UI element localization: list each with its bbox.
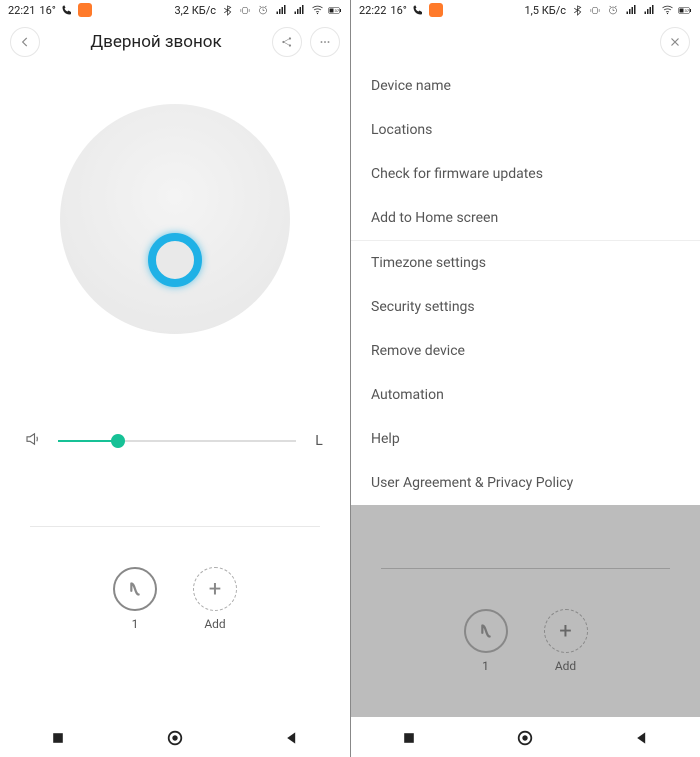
- speaker-icon: [24, 430, 42, 452]
- status-time: 22:21: [8, 4, 35, 17]
- add-preset: + Add: [544, 609, 588, 673]
- status-temp: 16°: [390, 4, 406, 17]
- vibrate-icon: [238, 3, 252, 17]
- preset-actions-underlay: 1 + Add: [351, 609, 700, 673]
- volume-thumb[interactable]: [111, 434, 125, 448]
- bluetooth-icon: [220, 3, 234, 17]
- status-bar: 22:21 16° 3,2 КБ/с 37: [0, 0, 350, 20]
- nav-back[interactable]: [282, 728, 302, 748]
- volume-slider-row: L: [0, 374, 350, 452]
- close-icon: [668, 35, 682, 49]
- menu-item[interactable]: Remove device: [351, 329, 700, 373]
- wifi-icon: [310, 3, 324, 17]
- volume-right-label: L: [312, 433, 326, 449]
- menu-item[interactable]: Add to Home screen: [351, 196, 700, 240]
- close-button[interactable]: [660, 27, 690, 57]
- app-badge-icon: [78, 3, 92, 17]
- more-button[interactable]: [310, 27, 340, 57]
- app-header: Дверной звонок: [0, 20, 350, 64]
- add-label: Add: [204, 617, 225, 631]
- nav-recent[interactable]: [48, 728, 68, 748]
- chevron-left-icon: [18, 35, 32, 49]
- volume-fill: [58, 440, 118, 442]
- alarm-icon: [256, 3, 270, 17]
- bluetooth-icon: [570, 3, 584, 17]
- page-title: Дверной звонок: [48, 32, 264, 52]
- plus-icon: +: [193, 567, 237, 611]
- device-image: [0, 64, 350, 374]
- status-rate: 1,5 КБ/с: [524, 4, 566, 17]
- vibrate-icon: [588, 3, 602, 17]
- app-badge-icon: [429, 3, 443, 17]
- nav-recent[interactable]: [399, 728, 419, 748]
- share-icon: [280, 35, 294, 49]
- android-navbar: [351, 717, 700, 757]
- menu-item[interactable]: Device name: [351, 64, 700, 108]
- add-label: Add: [555, 659, 576, 673]
- menu-item[interactable]: Security settings: [351, 285, 700, 329]
- volume-slider[interactable]: [58, 440, 296, 442]
- preset-label: 1: [482, 659, 489, 673]
- signal-icon: [274, 3, 288, 17]
- settings-overlay: Device nameLocationsCheck for firmware u…: [351, 20, 700, 505]
- divider: [30, 526, 320, 527]
- status-time: 22:22: [359, 4, 386, 17]
- nav-back[interactable]: [632, 728, 652, 748]
- plus-icon: +: [544, 609, 588, 653]
- phone-icon: [60, 3, 74, 17]
- signal-icon: [624, 3, 638, 17]
- preset-icon: [464, 609, 508, 653]
- settings-menu: Device nameLocationsCheck for firmware u…: [351, 64, 700, 505]
- back-button[interactable]: [10, 27, 40, 57]
- wifi-icon: [660, 3, 674, 17]
- more-horizontal-icon: [318, 35, 332, 49]
- status-rate: 3,2 КБ/с: [174, 4, 216, 17]
- menu-item[interactable]: Automation: [351, 373, 700, 417]
- divider: [381, 568, 670, 569]
- nav-home[interactable]: [515, 728, 535, 748]
- preset-1[interactable]: 1: [113, 567, 157, 631]
- status-temp: 16°: [39, 4, 55, 17]
- phone-icon: [411, 3, 425, 17]
- preset-label: 1: [132, 617, 139, 631]
- nav-home[interactable]: [165, 728, 185, 748]
- preset-1: 1: [464, 609, 508, 673]
- battery-icon: 37: [328, 3, 342, 17]
- preset-actions: 1 + Add: [0, 567, 350, 631]
- menu-item[interactable]: User Agreement & Privacy Policy: [351, 461, 700, 505]
- svg-text:37: 37: [335, 8, 340, 13]
- alarm-icon: [606, 3, 620, 17]
- add-preset[interactable]: + Add: [193, 567, 237, 631]
- menu-item[interactable]: Help: [351, 417, 700, 461]
- svg-text:37: 37: [685, 8, 690, 13]
- menu-item[interactable]: Check for firmware updates: [351, 152, 700, 196]
- menu-item[interactable]: Timezone settings: [351, 241, 700, 285]
- doorbell-ring-icon: [148, 233, 202, 287]
- share-button[interactable]: [272, 27, 302, 57]
- menu-item[interactable]: Locations: [351, 108, 700, 152]
- status-bar: 22:22 16° 1,5 КБ/с 37: [351, 0, 700, 20]
- preset-icon: [113, 567, 157, 611]
- android-navbar: [0, 717, 350, 757]
- signal2-icon: [292, 3, 306, 17]
- signal2-icon: [642, 3, 656, 17]
- battery-icon: 37: [678, 3, 692, 17]
